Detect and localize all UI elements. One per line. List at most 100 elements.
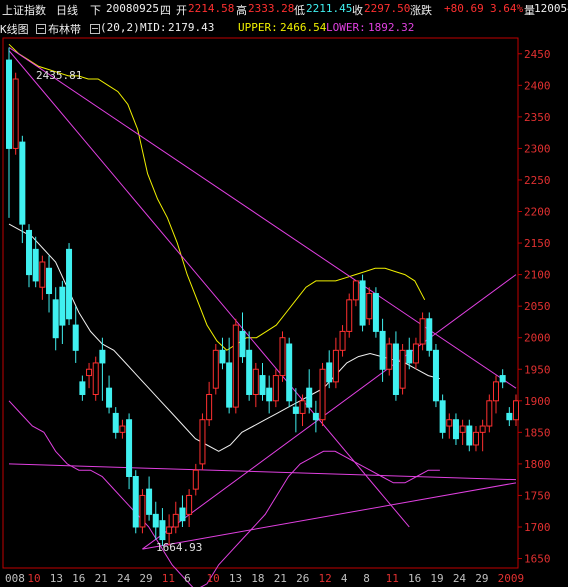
- candle-body[interactable]: [446, 419, 453, 427]
- candle-body[interactable]: [266, 387, 273, 402]
- candle-body[interactable]: [319, 368, 326, 421]
- candle-body[interactable]: [139, 494, 146, 528]
- lower-band-line: [8, 400, 440, 587]
- x-tick-label: 11: [386, 572, 399, 585]
- candle-body[interactable]: [492, 381, 499, 402]
- candlestick-chart[interactable]: 1650170017501800185019001950200020502100…: [0, 0, 568, 587]
- candle-body[interactable]: [472, 431, 479, 446]
- candle-body[interactable]: [312, 412, 319, 421]
- high-marker-label: 2435.81: [36, 69, 82, 82]
- y-tick-label: 2300: [524, 142, 551, 155]
- candle-body[interactable]: [439, 400, 446, 433]
- candle-body[interactable]: [466, 425, 473, 446]
- x-tick-label: 13: [50, 572, 63, 585]
- candle-body[interactable]: [106, 387, 113, 408]
- candle-body[interactable]: [226, 362, 233, 408]
- candle-body[interactable]: [252, 368, 259, 395]
- candle-body[interactable]: [392, 343, 399, 395]
- candle-body[interactable]: [99, 349, 106, 364]
- candle-body[interactable]: [159, 520, 166, 541]
- candle-body[interactable]: [419, 318, 426, 345]
- low-marker-label: 1664.93: [156, 541, 202, 554]
- candle-body[interactable]: [39, 261, 46, 288]
- candle-body[interactable]: [452, 419, 459, 440]
- candle-body[interactable]: [126, 419, 133, 478]
- candle-body[interactable]: [499, 375, 506, 383]
- candle-body[interactable]: [352, 280, 359, 301]
- x-tick-label: 19: [430, 572, 443, 585]
- x-tick-label: 29: [475, 572, 488, 585]
- candle-body[interactable]: [179, 507, 186, 522]
- candle-body[interactable]: [479, 425, 486, 433]
- candle-body[interactable]: [12, 78, 19, 149]
- x-tick-label: 18: [251, 572, 264, 585]
- chart-frame: [2, 37, 519, 569]
- y-tick-label: 2100: [524, 269, 551, 282]
- candle-body[interactable]: [299, 400, 306, 414]
- candle-body[interactable]: [86, 368, 93, 377]
- candle-body[interactable]: [326, 362, 333, 383]
- candle-body[interactable]: [186, 494, 193, 515]
- candle-body[interactable]: [486, 400, 493, 427]
- candle-body[interactable]: [32, 248, 39, 282]
- candle-body[interactable]: [212, 349, 219, 389]
- candle-body[interactable]: [26, 229, 33, 276]
- candle-body[interactable]: [119, 425, 126, 433]
- candle-body[interactable]: [152, 513, 159, 528]
- candle-body[interactable]: [372, 293, 379, 332]
- candle-body[interactable]: [286, 343, 293, 402]
- candle-body[interactable]: [379, 330, 386, 370]
- y-tick-label: 1700: [524, 521, 551, 534]
- candle-body[interactable]: [146, 488, 153, 515]
- candle-body[interactable]: [112, 412, 119, 433]
- candle-body[interactable]: [92, 362, 99, 395]
- x-tick-label: 6: [184, 572, 191, 585]
- y-tick-label: 2350: [524, 111, 551, 124]
- candle-body[interactable]: [506, 412, 513, 421]
- y-tick-label: 2000: [524, 332, 551, 345]
- candle-body[interactable]: [459, 425, 466, 433]
- candle-body[interactable]: [292, 406, 299, 414]
- x-tick-label: 4: [341, 572, 348, 585]
- candle-body[interactable]: [192, 469, 199, 490]
- candle-body[interactable]: [513, 400, 519, 421]
- candle-body[interactable]: [246, 349, 253, 395]
- candle-body[interactable]: [46, 267, 53, 295]
- candle-body[interactable]: [399, 349, 406, 389]
- candle-body[interactable]: [239, 330, 246, 358]
- candle-body[interactable]: [232, 324, 239, 408]
- y-tick-label: 2450: [524, 48, 551, 61]
- x-tick-label: 12: [318, 572, 331, 585]
- candle-body[interactable]: [79, 381, 86, 395]
- candle-body[interactable]: [59, 286, 66, 326]
- candle-body[interactable]: [72, 324, 79, 351]
- candle-body[interactable]: [132, 476, 139, 528]
- candle-body[interactable]: [386, 343, 393, 370]
- candle-body[interactable]: [52, 299, 59, 339]
- candle-body[interactable]: [366, 293, 373, 320]
- x-tick-label: 29: [139, 572, 152, 585]
- candle-body[interactable]: [332, 349, 339, 383]
- candle-body[interactable]: [19, 141, 26, 225]
- candle-body[interactable]: [306, 387, 313, 408]
- candle-body[interactable]: [206, 393, 213, 421]
- candle-body[interactable]: [259, 375, 266, 395]
- x-tick-label: 8: [363, 572, 370, 585]
- candle-body[interactable]: [279, 337, 286, 377]
- candle-body[interactable]: [346, 299, 353, 332]
- candle-body[interactable]: [432, 349, 439, 402]
- candle-body[interactable]: [219, 349, 226, 364]
- candle-body[interactable]: [6, 59, 12, 149]
- candle-body[interactable]: [339, 330, 346, 351]
- candle-body[interactable]: [406, 349, 413, 364]
- x-tick-label: 16: [72, 572, 85, 585]
- candle-body[interactable]: [199, 419, 206, 465]
- candle-body[interactable]: [166, 526, 173, 534]
- x-tick-label: 21: [274, 572, 287, 585]
- candle-body[interactable]: [272, 375, 279, 402]
- candle-body[interactable]: [359, 280, 366, 326]
- candle-body[interactable]: [412, 343, 419, 364]
- candle-body[interactable]: [66, 248, 73, 320]
- candle-body[interactable]: [172, 513, 179, 528]
- candle-body[interactable]: [426, 318, 433, 351]
